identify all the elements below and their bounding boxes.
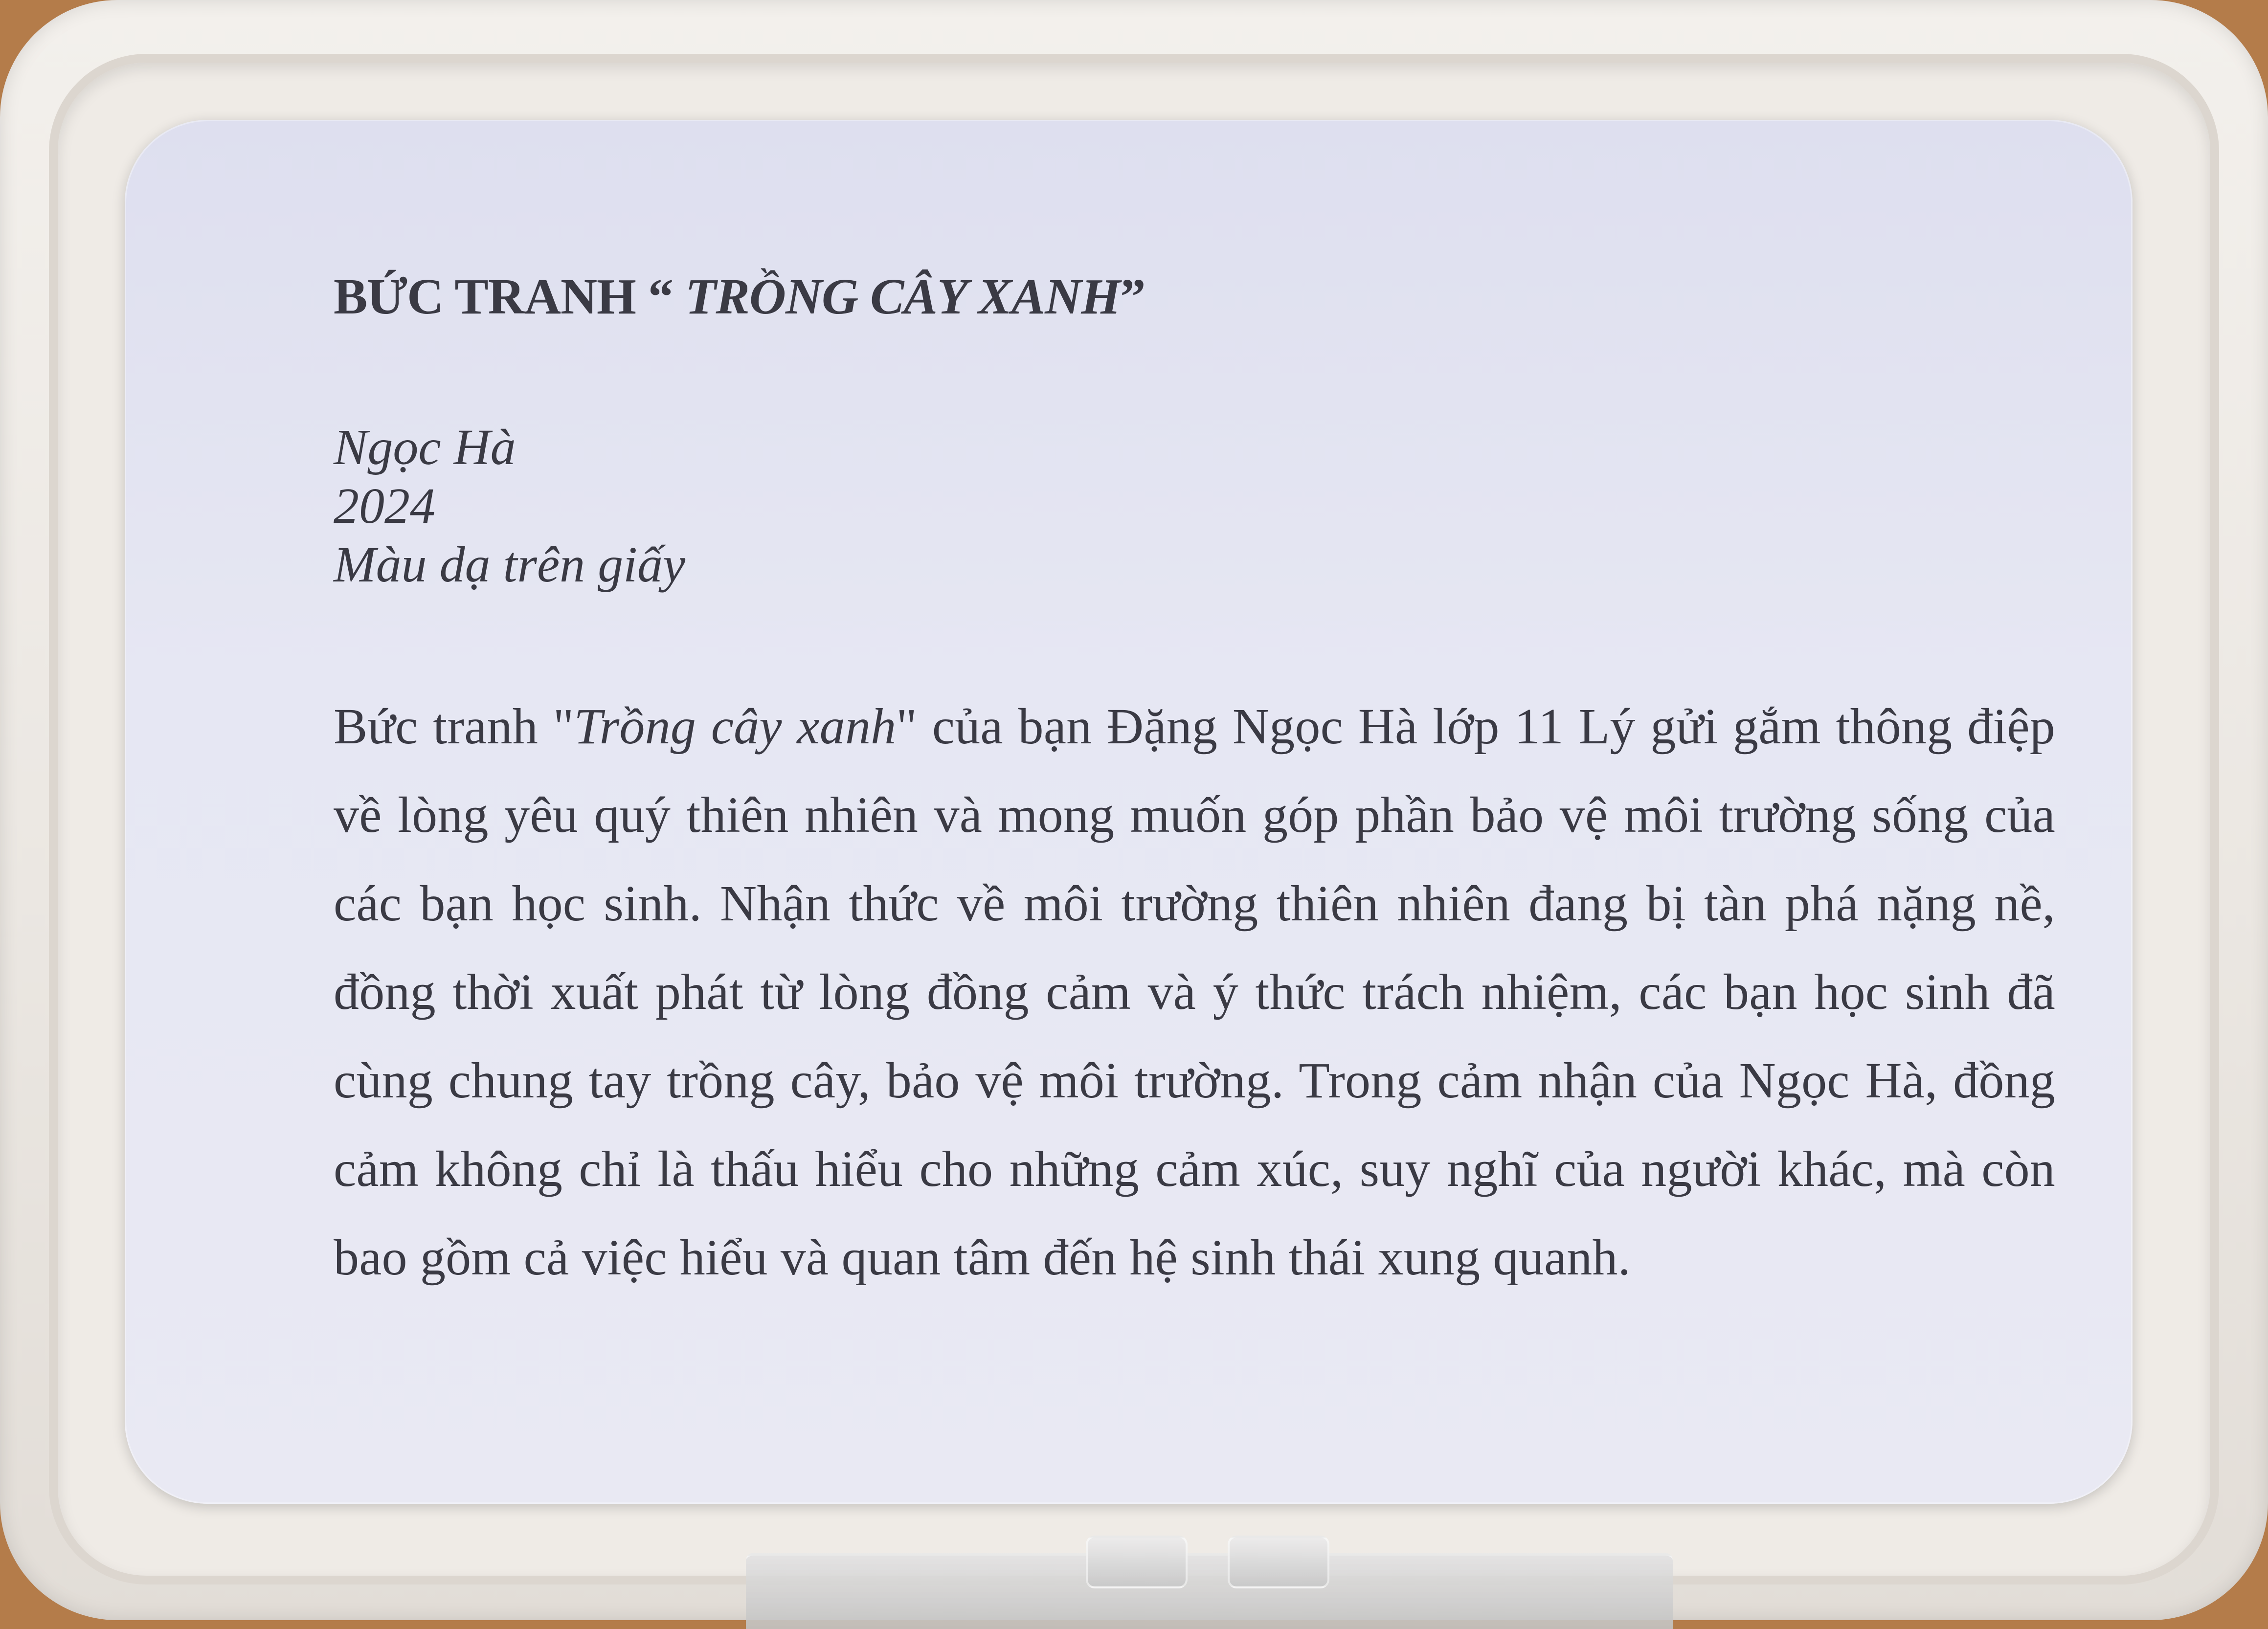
title-prefix: BỨC TRANH “ (334, 268, 685, 325)
title-italic: TRỒNG CÂY XANH (685, 268, 1121, 325)
artwork-title: BỨC TRANH “ TRỒNG CÂY XANH” (334, 267, 2055, 328)
acrylic-stand (746, 1553, 1673, 1629)
description-part1: Bức tranh " (334, 698, 574, 755)
title-suffix: ” (1120, 268, 1145, 325)
placard-content: BỨC TRANH “ TRỒNG CÂY XANH” Ngọc Hà 2024… (334, 267, 2055, 1302)
stand-clip-right (1228, 1536, 1329, 1588)
description-italic-title: Trồng cây xanh (574, 698, 897, 755)
artwork-meta: Ngọc Hà 2024 Màu dạ trên giấy (334, 418, 2055, 594)
stand-clip-left (1086, 1536, 1188, 1588)
artwork-year: 2024 (334, 477, 435, 534)
artist-name: Ngọc Hà (334, 419, 516, 475)
artwork-medium: Màu dạ trên giấy (334, 536, 686, 593)
description-part2: " của bạn Đặng Ngọc Hà lớp 11 Lý gửi gắm… (334, 698, 2055, 1286)
artwork-description: Bức tranh "Trồng cây xanh" của bạn Đặng … (334, 682, 2055, 1302)
